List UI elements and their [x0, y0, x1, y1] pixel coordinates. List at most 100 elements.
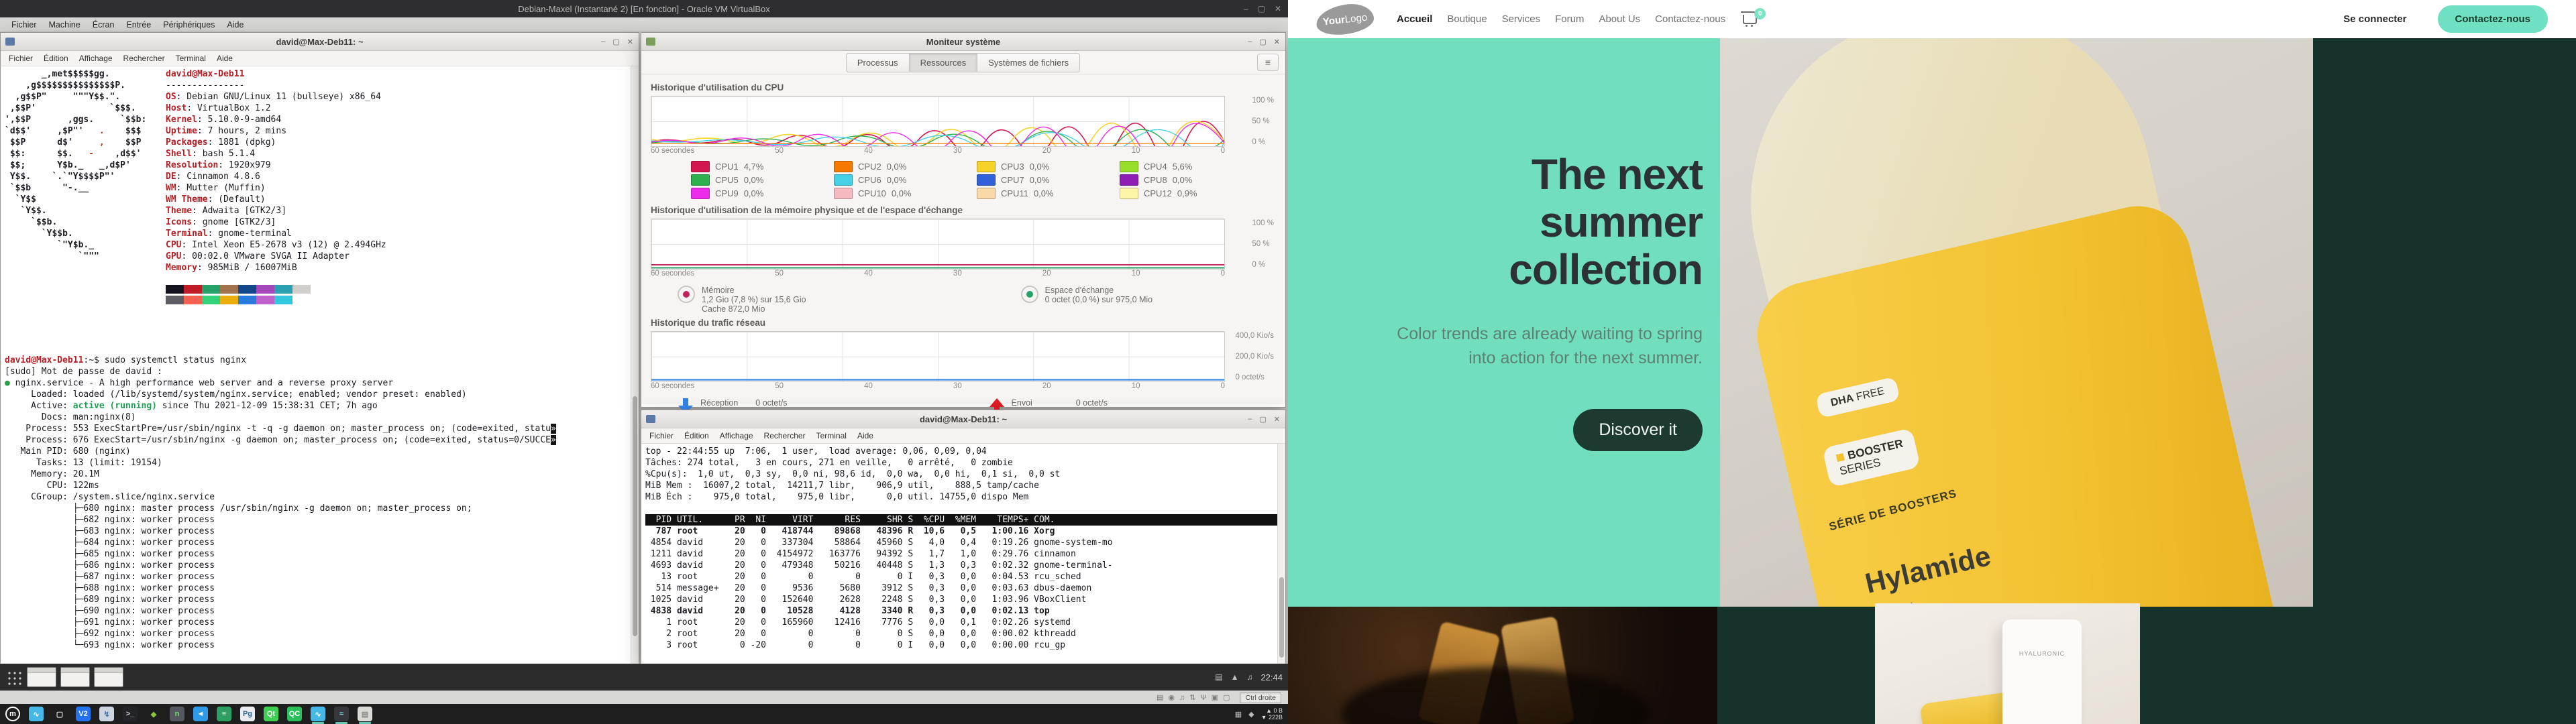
menu-item-aide[interactable]: Aide: [221, 19, 250, 31]
sysmon-titlebar[interactable]: Moniteur système – ▢ ✕: [641, 33, 1285, 51]
frame-tool-icon[interactable]: ▢: [52, 707, 67, 721]
optical-disk-icon[interactable]: ◉: [1168, 694, 1175, 702]
vscode-icon[interactable]: ◄: [193, 707, 208, 721]
menu-item--dition[interactable]: Édition: [679, 430, 714, 442]
nav-link-accueil[interactable]: Accueil: [1397, 13, 1432, 25]
terminal-window-top[interactable]: david@Max-Deb11: ~ – ▢ ✕ FichierÉditionA…: [641, 410, 1286, 662]
menu-item-machine[interactable]: Machine: [43, 19, 87, 31]
minimize-icon[interactable]: –: [601, 38, 605, 46]
notes-icon[interactable]: ▤: [358, 707, 372, 721]
tab-processus[interactable]: Processus: [846, 53, 910, 72]
menu-item--cran[interactable]: Écran: [87, 19, 121, 31]
cart-button[interactable]: 0: [1743, 15, 1757, 24]
menu-item-fichier[interactable]: Fichier: [644, 430, 679, 442]
nav-link-contactez-nous[interactable]: Contactez-nous: [1655, 13, 1725, 25]
menu-item--dition[interactable]: Édition: [38, 52, 74, 64]
virtualbox-menubar[interactable]: FichierMachineÉcranEntréePériphériquesAi…: [0, 17, 1288, 32]
network-icon[interactable]: ⇅: [1189, 694, 1195, 702]
maximize-icon[interactable]: ▢: [1258, 4, 1265, 13]
mint-menu-icon[interactable]: m: [5, 707, 20, 721]
v2ray-icon[interactable]: V2: [76, 707, 91, 721]
taskbar-window-button[interactable]: [94, 667, 123, 687]
menu-item-aide[interactable]: Aide: [211, 52, 238, 64]
green-cube-icon[interactable]: ◆: [146, 707, 161, 721]
tab-syst-mes-de-fichiers[interactable]: Systèmes de fichiers: [977, 53, 1080, 72]
monitor-wave-icon[interactable]: ∿: [29, 707, 44, 721]
qt-creator-icon[interactable]: Qt: [264, 707, 278, 721]
terminal2-scrollbar[interactable]: [1277, 444, 1285, 666]
minimize-icon[interactable]: –: [1248, 38, 1252, 46]
activity-monitor-icon[interactable]: ≈: [334, 707, 349, 721]
network-speed-applet[interactable]: ▲ 0 B ▼ 222B: [1261, 707, 1283, 721]
terminal2-titlebar[interactable]: david@Max-Deb11: ~ – ▢ ✕: [641, 410, 1285, 428]
scrollbar-thumb[interactable]: [1279, 577, 1284, 658]
display-icon[interactable]: ▢: [1223, 694, 1230, 702]
vb-device-icons[interactable]: ▤ ◉ ♫ ⇅ Ψ ▣ ▢: [1152, 693, 1230, 702]
menu-item-terminal[interactable]: Terminal: [811, 430, 852, 442]
nav-link-forum[interactable]: Forum: [1555, 13, 1584, 25]
terminal1-window-controls[interactable]: – ▢ ✕: [601, 38, 633, 46]
printer-icon[interactable]: ▤: [1215, 672, 1222, 682]
applications-menu-icon[interactable]: [5, 669, 21, 685]
terminal1-scrollbar[interactable]: [631, 66, 639, 666]
terminal-window-nginx[interactable]: david@Max-Deb11: ~ – ▢ ✕ FichierÉditionA…: [0, 32, 639, 662]
hard-disk-icon[interactable]: ▤: [1157, 694, 1163, 702]
panel-clock[interactable]: 22:44: [1260, 672, 1283, 682]
menu-item-rechercher[interactable]: Rechercher: [118, 52, 170, 64]
discover-button[interactable]: Discover it: [1573, 409, 1703, 451]
menu-item-affichage[interactable]: Affichage: [74, 52, 118, 64]
menu-item-terminal[interactable]: Terminal: [170, 52, 211, 64]
system-monitor-window[interactable]: Moniteur système – ▢ ✕ ProcessusRessourc…: [641, 32, 1286, 408]
nav-link-about-us[interactable]: About Us: [1599, 13, 1640, 25]
host-system-tray[interactable]: ▦ ◆ ▲ 0 B ▼ 222B: [1235, 707, 1283, 721]
terminal1-content[interactable]: _,met$$$$$gg. ,g$$$$$$$$$$$$$$$P. ,g$$P"…: [1, 66, 639, 666]
close-icon[interactable]: ✕: [1274, 415, 1280, 424]
volume-icon[interactable]: ♫: [1246, 672, 1252, 682]
maximize-icon[interactable]: ▢: [612, 38, 619, 46]
minimize-icon[interactable]: –: [1244, 4, 1248, 13]
sysmon-window-controls[interactable]: – ▢ ✕: [1248, 38, 1280, 46]
menu-item-entr-e[interactable]: Entrée: [120, 19, 157, 31]
menu-item-rechercher[interactable]: Rechercher: [759, 430, 811, 442]
site-logo[interactable]: YourLogo: [1315, 1, 1375, 37]
terminal1-menubar[interactable]: FichierÉditionAffichageRechercherTermina…: [1, 51, 639, 66]
terminal2-window-controls[interactable]: – ▢ ✕: [1248, 415, 1280, 424]
login-link[interactable]: Se connecter: [2343, 13, 2406, 25]
virtualbox-titlebar[interactable]: Debian-Maxel (Instantané 2) [En fonction…: [0, 0, 1288, 17]
usb-icon[interactable]: Ψ: [1200, 694, 1206, 702]
terminal1-titlebar[interactable]: david@Max-Deb11: ~ – ▢ ✕: [1, 33, 639, 51]
close-icon[interactable]: ✕: [627, 38, 633, 46]
menu-item-fichier[interactable]: Fichier: [5, 19, 43, 31]
close-icon[interactable]: ✕: [1274, 38, 1280, 46]
keyboard-layout-icon[interactable]: ▦: [1235, 710, 1242, 719]
terminal-icon[interactable]: >_: [123, 707, 138, 721]
menu-item-affichage[interactable]: Affichage: [714, 430, 759, 442]
virtualbox-window-controls[interactable]: – ▢ ✕: [1244, 0, 1281, 17]
shield-icon[interactable]: ◆: [1248, 710, 1254, 719]
updates-icon[interactable]: ▲: [1231, 672, 1239, 682]
postgresql-icon[interactable]: Pg: [240, 707, 255, 721]
scrollbar-thumb[interactable]: [633, 396, 637, 636]
audio-icon[interactable]: ♫: [1179, 694, 1185, 702]
taskbar-window-button[interactable]: [27, 667, 56, 687]
cinnamon-panel[interactable]: ▤ ▲ ♫ 22:44: [0, 664, 1288, 690]
shared-folders-icon[interactable]: ▣: [1212, 694, 1218, 702]
layers-db-icon[interactable]: ≡: [217, 707, 231, 721]
host-taskbar[interactable]: m ∿ ▢ V2 ↯ >_ ◆ n ◄ ≡ Pg Qt QC ∿ ≈ ▤ ▦ ◆ ▲ 0 B ▼ 222B: [0, 704, 1288, 724]
close-icon[interactable]: ✕: [1275, 4, 1281, 13]
monitor-wave-2-icon[interactable]: ∿: [311, 707, 325, 721]
maximize-icon[interactable]: ▢: [1259, 38, 1266, 46]
taskbar-window-button[interactable]: [60, 667, 90, 687]
maximize-icon[interactable]: ▢: [1259, 415, 1266, 424]
qcad-icon[interactable]: QC: [287, 707, 302, 721]
nav-link-services[interactable]: Services: [1502, 13, 1541, 25]
terminal2-menubar[interactable]: FichierÉditionAffichageRechercherTermina…: [641, 428, 1285, 444]
minimize-icon[interactable]: –: [1248, 415, 1252, 424]
nag-editor-icon[interactable]: n: [170, 707, 184, 721]
nav-link-boutique[interactable]: Boutique: [1447, 13, 1487, 25]
winscp-icon[interactable]: ↯: [99, 707, 114, 721]
hamburger-menu-icon[interactable]: ≡: [1257, 54, 1279, 71]
menu-item-fichier[interactable]: Fichier: [3, 52, 38, 64]
menu-item-p-riph-riques[interactable]: Périphériques: [157, 19, 221, 31]
terminal2-content[interactable]: top - 22:44:55 up 7:06, 1 user, load ave…: [641, 444, 1285, 666]
